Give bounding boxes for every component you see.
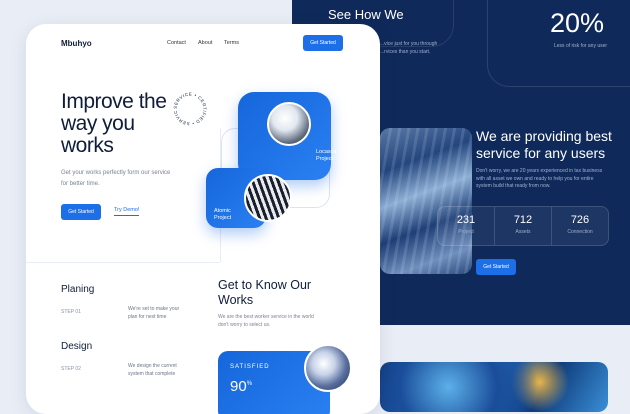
section-title: See How We <box>328 7 404 22</box>
get-started-button[interactable]: Get Started <box>476 259 516 275</box>
step-description: We're set to make your plan for next tim… <box>128 306 180 320</box>
step-title: Planing <box>61 284 95 295</box>
hero-title: Improve the way you works <box>61 90 167 157</box>
risk-stat-value: 20% <box>550 8 605 38</box>
abstract-sphere-image <box>304 344 352 392</box>
nav-about[interactable]: About <box>198 40 212 46</box>
know-subtitle: We are the best worker service in the wo… <box>218 314 314 328</box>
step-title: Design <box>61 341 93 352</box>
project-sphere-image <box>267 102 311 146</box>
step-number: STEP 01 <box>61 309 81 315</box>
try-demo-link[interactable]: Try Demo! <box>114 207 140 216</box>
providing-title: We are providing best service for any us… <box>476 128 612 161</box>
step-number: STEP 02 <box>61 366 81 372</box>
step-description: We design the current system that comple… <box>128 363 177 377</box>
stat-value: 726 <box>570 214 590 226</box>
project-label: Locasca Project <box>316 149 337 162</box>
section-subtitle: ...vice just for you through ...rvices t… <box>380 41 438 55</box>
svg-text:SERVICE • CERTIFIED • SERVICE: SERVICE • CERTIFIED • SERVICE • <box>171 90 207 126</box>
satisfied-label: SATISFIED <box>230 364 270 370</box>
get-started-button[interactable]: Get Started <box>303 35 343 51</box>
providing-subtitle: Don't worry, we are 20 years experienced… <box>476 168 603 189</box>
project-sphere-image <box>244 174 292 222</box>
stat-label: Assets <box>515 229 531 235</box>
stat-label: Connection <box>567 229 593 235</box>
landing-card: Mbuhyo Contact About Terms Get Started I… <box>26 24 380 414</box>
stats-panel: 231 Project 712 Assets 726 Connection <box>437 206 609 246</box>
certified-badge: SERVICE • CERTIFIED • SERVICE • <box>171 90 207 126</box>
stat-connection: 726 Connection <box>552 207 608 245</box>
nav-terms[interactable]: Terms <box>224 40 239 46</box>
abstract-image <box>380 362 608 412</box>
project-label: Atomic Project <box>214 208 232 221</box>
stat-value: 712 <box>513 214 533 226</box>
hero-subtitle: Get your works perfectly form our servic… <box>61 170 171 187</box>
divider <box>26 262 220 263</box>
stat-value: 231 <box>456 214 476 226</box>
logo[interactable]: Mbuhyo <box>61 39 92 48</box>
get-started-button[interactable]: Get Started <box>61 204 101 220</box>
satisfied-value: 90% <box>230 378 253 395</box>
stat-assets: 712 Assets <box>495 207 552 245</box>
know-title: Get to Know Our Works <box>218 278 312 307</box>
risk-stat-label: Less of risk for any user <box>554 43 608 49</box>
stat-label: Project <box>458 229 474 235</box>
stat-projects: 231 Project <box>438 207 495 245</box>
abstract-image <box>380 128 472 274</box>
nav-contact[interactable]: Contact <box>167 40 186 46</box>
